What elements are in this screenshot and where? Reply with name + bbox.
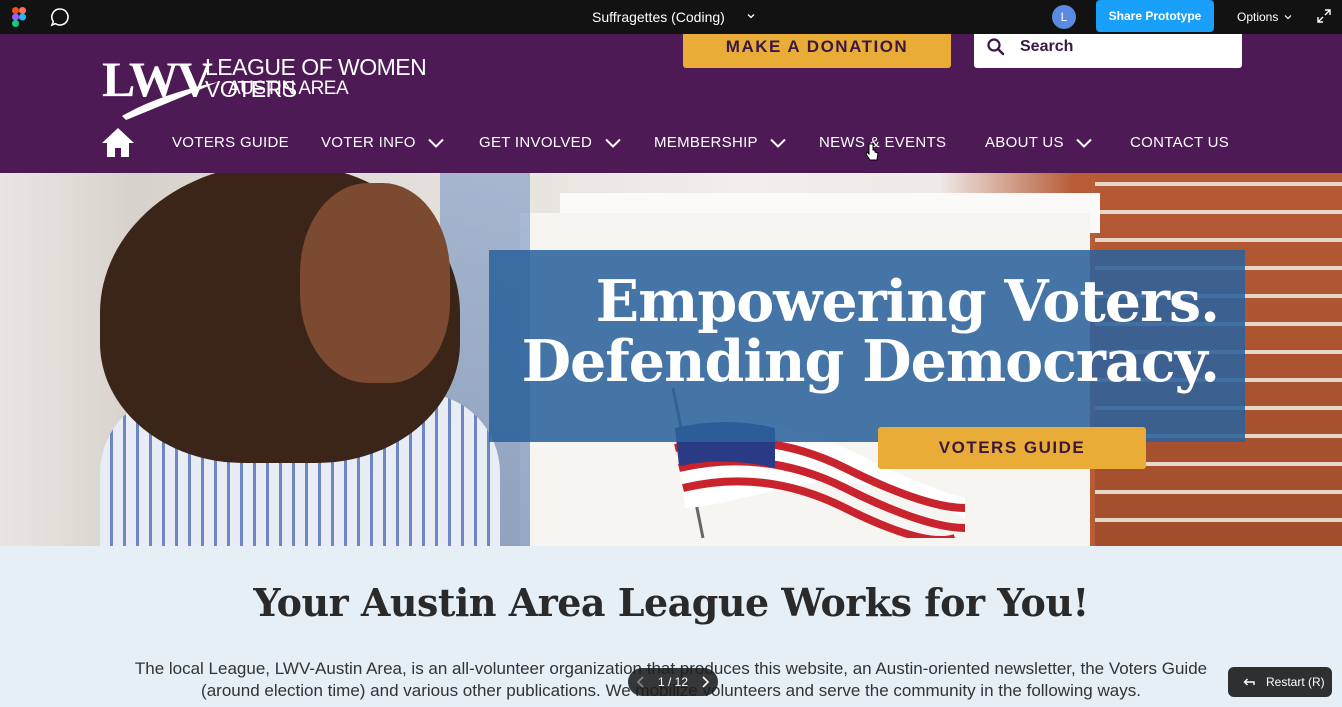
options-menu[interactable]: Options — [1237, 10, 1278, 24]
figma-toolbar: Suffragettes (Coding) L Share Prototype … — [0, 0, 1342, 34]
nav-label: MEMBERSHIP — [654, 134, 758, 151]
chevron-down-icon — [1076, 138, 1092, 148]
chevron-right-icon[interactable] — [698, 675, 712, 689]
nav-label: VOTER INFO — [321, 134, 416, 151]
page-counter: 1 / 12 — [657, 675, 689, 689]
nav-label: ABOUT US — [985, 134, 1064, 151]
nav-get-involved[interactable]: GET INVOLVED — [479, 134, 621, 151]
nav-news-events[interactable]: NEWS & EVENTS — [819, 134, 946, 151]
nav-label: CONTACT US — [1130, 134, 1230, 151]
home-icon[interactable] — [101, 126, 135, 158]
chevron-down-icon — [428, 138, 444, 148]
logo-org-sub: AUSTIN AREA — [228, 78, 349, 99]
chevron-left-icon[interactable] — [634, 675, 648, 689]
nav-contact-us[interactable]: CONTACT US — [1130, 134, 1229, 151]
hero-tagline-box: Empowering Voters. Defending Democracy. — [489, 250, 1245, 442]
hero-tagline-line1: Empowering Voters. — [595, 268, 1220, 335]
hero-banner: Empowering Voters. Defending Democracy. … — [0, 173, 1342, 546]
nav-about-us[interactable]: ABOUT US — [985, 134, 1092, 151]
intro-heading: Your Austin Area League Works for You! — [253, 580, 1089, 625]
lwv-logo[interactable]: LWV LEAGUE OF WOMEN VOTERS AUSTIN AREA — [102, 54, 482, 122]
chevron-down-icon — [604, 138, 621, 148]
user-avatar[interactable]: L — [1052, 5, 1076, 29]
file-title[interactable]: Suffragettes (Coding) — [592, 9, 725, 25]
nav-voters-guide[interactable]: VOTERS GUIDE — [172, 134, 289, 151]
search-icon[interactable] — [986, 37, 1006, 57]
prototype-pager: 1 / 12 — [628, 668, 718, 696]
nav-label: GET INVOLVED — [479, 134, 593, 151]
nav-membership[interactable]: MEMBERSHIP — [654, 134, 786, 151]
chevron-down-icon[interactable] — [746, 11, 756, 21]
hero-voter-face — [300, 183, 450, 383]
fullscreen-icon[interactable] — [1316, 8, 1332, 24]
site-header: LWV LEAGUE OF WOMEN VOTERS AUSTIN AREA M… — [0, 26, 1342, 173]
share-prototype-button[interactable]: Share Prototype — [1096, 0, 1214, 32]
restart-button[interactable]: Restart (R) — [1228, 667, 1332, 697]
hero-tagline: Empowering Voters. Defending Democracy. — [521, 268, 1220, 395]
figma-logo-icon[interactable] — [12, 7, 26, 27]
restart-arrow-icon — [1243, 678, 1255, 686]
restart-label: Restart (R) — [1266, 675, 1325, 689]
nav-label: NEWS & EVENTS — [819, 134, 947, 151]
hand-cursor-icon — [865, 143, 879, 161]
nav-label: VOTERS GUIDE — [172, 134, 289, 151]
comment-icon[interactable] — [50, 7, 70, 27]
main-navigation: VOTERS GUIDE VOTER INFO GET INVOLVED MEM… — [0, 122, 1342, 166]
chevron-down-icon — [770, 138, 786, 148]
hero-tagline-line2: Defending Democracy. — [521, 328, 1220, 395]
nav-voter-info[interactable]: VOTER INFO — [321, 134, 444, 151]
voters-guide-cta-button[interactable]: VOTERS GUIDE — [878, 427, 1146, 469]
chevron-down-icon[interactable] — [1284, 13, 1292, 21]
